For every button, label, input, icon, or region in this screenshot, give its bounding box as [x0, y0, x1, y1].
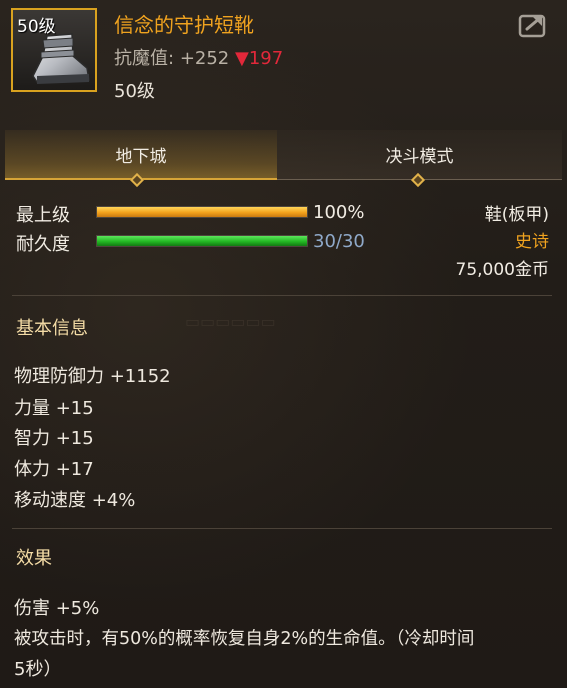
stat-label: 抗魔值:	[114, 48, 175, 69]
attribute-line: 力量 +15	[14, 398, 94, 419]
item-name: 信念的守护短靴	[114, 13, 254, 37]
divider	[12, 528, 552, 529]
item-level-badge: 50级	[17, 17, 56, 37]
grade-label: 最上级	[16, 205, 70, 226]
share-icon	[518, 14, 546, 38]
attribute-line: 体力 +17	[14, 459, 94, 480]
item-price: 75,000金币	[455, 260, 549, 280]
magic-resist-stat: 抗魔值: +252 ▼197	[114, 44, 283, 70]
effects-title: 效果	[16, 548, 52, 569]
share-button[interactable]	[518, 12, 548, 38]
mode-tabs: 地下城 决斗模式	[5, 130, 562, 182]
item-type: 鞋(板甲)	[484, 205, 549, 225]
durability-value: 30/30	[313, 231, 365, 252]
basic-info-title: 基本信息	[16, 318, 88, 339]
grade-bar-fill	[97, 207, 307, 217]
durability-bar	[96, 235, 308, 247]
durability-label: 耐久度	[16, 234, 70, 255]
item-icon-frame[interactable]: 50级	[11, 8, 97, 92]
stat-delta: ▼197	[235, 48, 284, 69]
tab-dungeon[interactable]: 地下城	[5, 130, 277, 180]
item-header: 50级 信念的守护短靴 抗魔值: +252 ▼197 50级	[0, 0, 567, 112]
watermark-text: ▭▭▭▭▭▭	[185, 312, 276, 331]
grade-value: 100%	[313, 202, 365, 223]
item-tooltip-panel: 50级 信念的守护短靴 抗魔值: +252 ▼197 50级 地下城 决斗模式 …	[0, 0, 567, 688]
effect-line: 5秒）	[14, 659, 62, 680]
stat-value: +252	[179, 48, 230, 69]
grade-bar	[96, 206, 308, 218]
effect-line: 被攻击时，有50%的概率恢复自身2%的生命值。（冷却时间	[14, 629, 475, 649]
attribute-line: 物理防御力 +1152	[14, 366, 171, 387]
durability-bar-fill	[97, 236, 307, 246]
item-rarity: 史诗	[515, 232, 549, 252]
attribute-line: 智力 +15	[14, 428, 94, 449]
attribute-line: 移动速度 +4%	[14, 490, 136, 511]
effect-line: 伤害 +5%	[14, 598, 100, 619]
required-level: 50级	[114, 81, 155, 102]
divider	[12, 295, 552, 296]
tab-pvp[interactable]: 决斗模式	[277, 130, 562, 180]
